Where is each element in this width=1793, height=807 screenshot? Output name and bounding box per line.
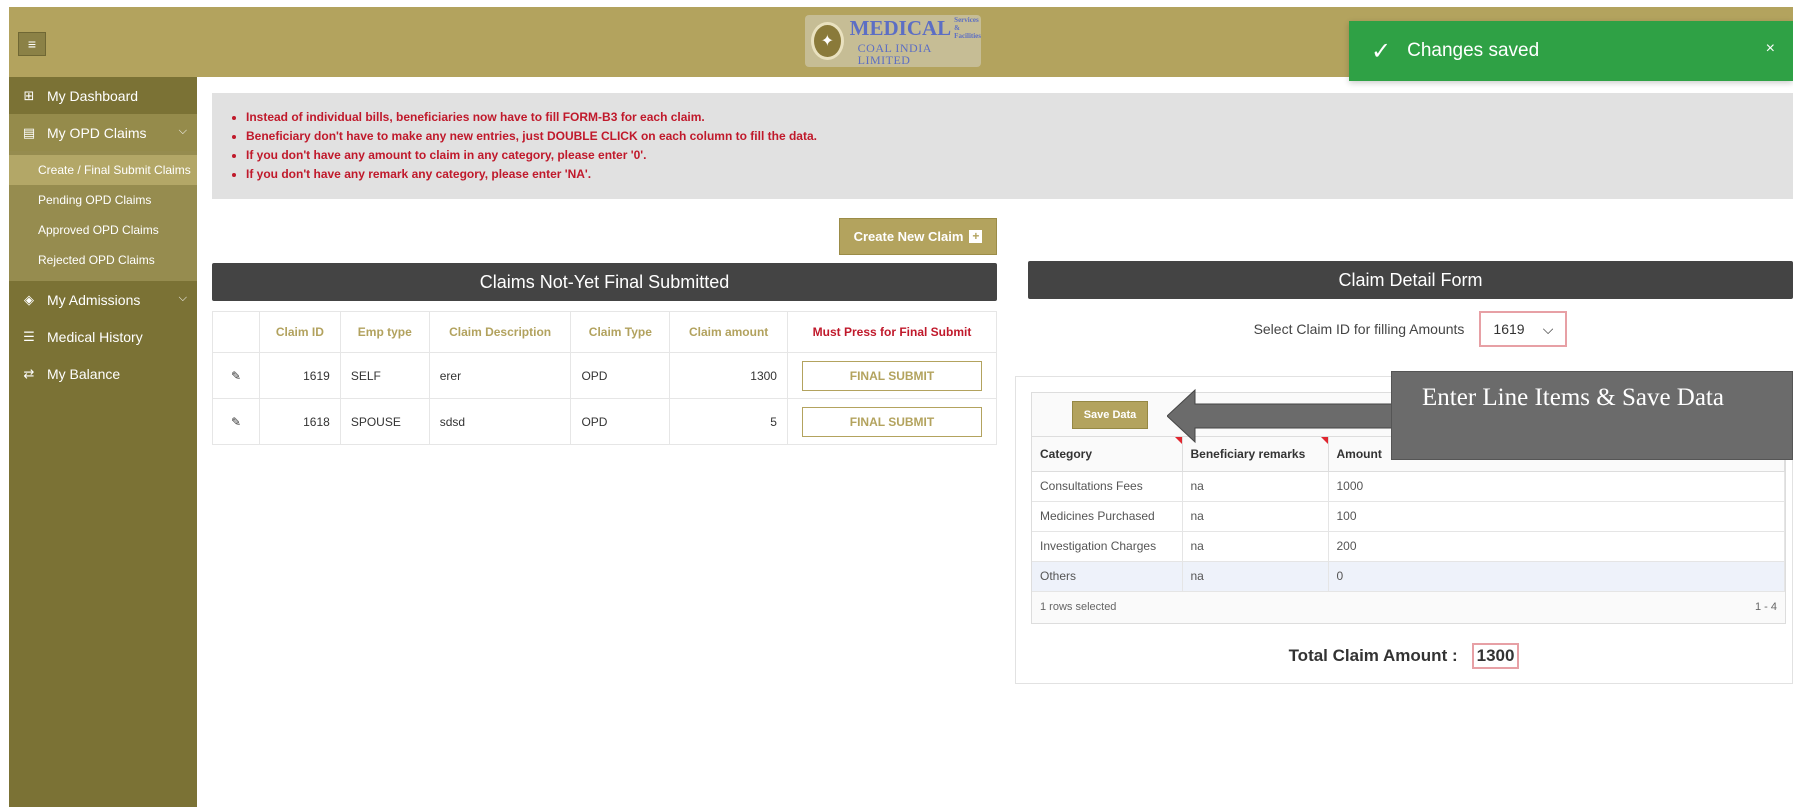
notice-line: Beneficiary don't have to make any new e… xyxy=(246,127,1793,146)
sidebar-item-label: My Admissions xyxy=(47,291,141,308)
column-header: Must Press for Final Submit xyxy=(786,311,998,353)
logo-company: COAL INDIA LIMITED xyxy=(857,41,932,67)
claim-detail-title: Claim Detail Form xyxy=(1028,261,1793,299)
claim-type: OPD xyxy=(570,352,671,399)
notice-line: If you don't have any amount to claim in… xyxy=(246,146,1793,165)
plus-icon: + xyxy=(969,230,983,243)
table-row[interactable]: Others na 0 xyxy=(1032,561,1785,592)
hamburger-icon[interactable]: ≡ xyxy=(18,32,46,56)
category-cell: Investigation Charges xyxy=(1032,531,1183,562)
table-row[interactable]: ✎ 1618 SPOUSE sdsd OPD 5 FINAL SUBMIT xyxy=(212,398,998,445)
total-value: 1300 xyxy=(1471,643,1520,669)
chevron-down-icon: ⌵ xyxy=(178,292,187,304)
sidebar-item-label: My OPD Claims xyxy=(47,124,147,141)
chevron-down-icon: ⌵ xyxy=(1542,320,1554,337)
column-header[interactable]: Claim Type xyxy=(570,311,671,353)
category-cell: Medicines Purchased xyxy=(1032,501,1183,532)
remarks-cell[interactable]: na xyxy=(1182,561,1329,592)
sidebar-item-admissions[interactable]: ◈ My Admissions ⌵ xyxy=(9,281,197,318)
amount-cell[interactable]: 1000 xyxy=(1328,471,1785,502)
select-label: Select Claim ID for filling Amounts xyxy=(1253,321,1465,337)
claim-id: 1619 xyxy=(258,352,341,399)
emp-type: SELF xyxy=(339,352,430,399)
line-items-table: Category Beneficiary remarks Amount Cons… xyxy=(1032,437,1785,592)
claim-id-select-row: Select Claim ID for filling Amounts 1619… xyxy=(1028,311,1793,347)
claims-panel-title: Claims Not-Yet Final Submitted xyxy=(212,263,997,301)
final-submit-button[interactable]: FINAL SUBMIT xyxy=(801,360,982,391)
document-icon: ▤ xyxy=(22,124,36,140)
create-new-claim-button[interactable]: Create New Claim + xyxy=(839,218,997,255)
save-data-button[interactable]: Save Data xyxy=(1072,401,1148,429)
sidebar-item-label: My Dashboard xyxy=(47,87,139,104)
claim-id: 1618 xyxy=(258,398,341,445)
amount-cell[interactable]: 0 xyxy=(1328,561,1785,592)
total-claim-row: Total Claim Amount : 1300 xyxy=(1016,643,1792,669)
sidebar-item-medical-history[interactable]: ☰ Medical History xyxy=(9,318,197,355)
notice-line: If you don't have any remark any categor… xyxy=(246,165,1793,184)
list-icon: ☰ xyxy=(23,328,35,344)
transfer-icon: ⇄ xyxy=(23,365,35,381)
remarks-cell[interactable]: na xyxy=(1182,531,1329,562)
toast-notification: ✓ Changes saved × xyxy=(1349,21,1793,81)
selected-rows-count: 1 rows selected xyxy=(1040,601,1117,613)
emblem-icon: ✦ xyxy=(811,22,844,60)
total-label: Total Claim Amount : xyxy=(1288,646,1458,665)
instruction-callout: Enter Line Items & Save Data xyxy=(1167,371,1793,460)
table-header-row: Claim ID Emp type Claim Description Clai… xyxy=(212,311,998,353)
claim-description: sdsd xyxy=(428,398,572,445)
selected-claim-id: 1619 xyxy=(1493,321,1525,337)
grid-icon: ⊞ xyxy=(23,87,35,103)
logo-brand: MEDICAL xyxy=(849,15,952,40)
amount-cell[interactable]: 200 xyxy=(1328,531,1785,562)
column-header[interactable]: Claim ID xyxy=(258,311,341,353)
toast-message: Changes saved xyxy=(1407,40,1540,61)
company-logo[interactable]: ✦ MEDICAL Services & Facilities COAL IND… xyxy=(805,15,981,67)
table-row[interactable]: Investigation Charges na 200 xyxy=(1032,531,1785,562)
claim-amount: 1300 xyxy=(669,352,788,399)
chevron-down-icon: ⌵ xyxy=(178,125,187,137)
category-cell: Consultations Fees xyxy=(1032,471,1183,502)
sidebar-item-label: My Balance xyxy=(47,365,121,382)
remarks-cell[interactable]: na xyxy=(1182,471,1329,502)
submenu-pending-claims[interactable]: Pending OPD Claims xyxy=(9,185,197,215)
column-header[interactable]: Claim Description xyxy=(428,311,572,353)
sidebar-item-dashboard[interactable]: ⊞ My Dashboard xyxy=(9,77,197,114)
arrow-left-icon xyxy=(1167,388,1394,444)
row-range: 1 - 4 xyxy=(1754,601,1777,613)
table-row[interactable]: Consultations Fees na 1000 xyxy=(1032,471,1785,502)
claim-type: OPD xyxy=(570,398,671,445)
submenu-rejected-claims[interactable]: Rejected OPD Claims xyxy=(9,245,197,275)
app-frame: ≡ ✦ MEDICAL Services & Facilities COAL I… xyxy=(9,7,1793,807)
column-header[interactable]: Category xyxy=(1032,437,1183,472)
opd-claims-submenu: Create / Final Submit Claims Pending OPD… xyxy=(9,151,197,281)
instructions-notice: Instead of individual bills, beneficiari… xyxy=(212,93,1793,199)
table-row[interactable]: Medicines Purchased na 100 xyxy=(1032,501,1785,532)
close-icon[interactable]: × xyxy=(1766,40,1775,58)
pencil-icon[interactable]: ✎ xyxy=(212,352,260,399)
column-header[interactable]: Claim amount xyxy=(669,311,788,353)
check-icon: ✓ xyxy=(1371,37,1392,65)
sidebar-item-balance[interactable]: ⇄ My Balance xyxy=(9,355,197,392)
sidebar: ⊞ My Dashboard ▤ My OPD Claims ⌵ Create … xyxy=(9,77,197,807)
sidebar-item-opd-claims[interactable]: ▤ My OPD Claims ⌵ xyxy=(9,114,197,151)
layers-icon: ◈ xyxy=(24,291,34,307)
sidebar-item-label: Medical History xyxy=(47,328,143,345)
pencil-icon[interactable]: ✎ xyxy=(212,398,260,445)
notice-line: Instead of individual bills, beneficiari… xyxy=(246,108,1793,127)
final-submit-button[interactable]: FINAL SUBMIT xyxy=(801,406,982,437)
claim-description: erer xyxy=(428,352,572,399)
remarks-cell[interactable]: na xyxy=(1182,501,1329,532)
grid-footer: 1 rows selected 1 - 4 xyxy=(1032,591,1785,623)
amount-cell[interactable]: 100 xyxy=(1328,501,1785,532)
emp-type: SPOUSE xyxy=(339,398,430,445)
submenu-create-final-submit[interactable]: Create / Final Submit Claims xyxy=(9,155,197,185)
submenu-approved-claims[interactable]: Approved OPD Claims xyxy=(9,215,197,245)
claim-amount: 5 xyxy=(669,398,788,445)
category-cell: Others xyxy=(1032,561,1183,592)
claim-id-select[interactable]: 1619 ⌵ xyxy=(1479,311,1568,347)
claims-table: Claim ID Emp type Claim Description Clai… xyxy=(212,311,998,445)
column-header[interactable]: Emp type xyxy=(339,311,430,353)
table-row[interactable]: ✎ 1619 SELF erer OPD 1300 FINAL SUBMIT xyxy=(212,352,998,399)
callout-text: Enter Line Items & Save Data xyxy=(1391,371,1793,460)
